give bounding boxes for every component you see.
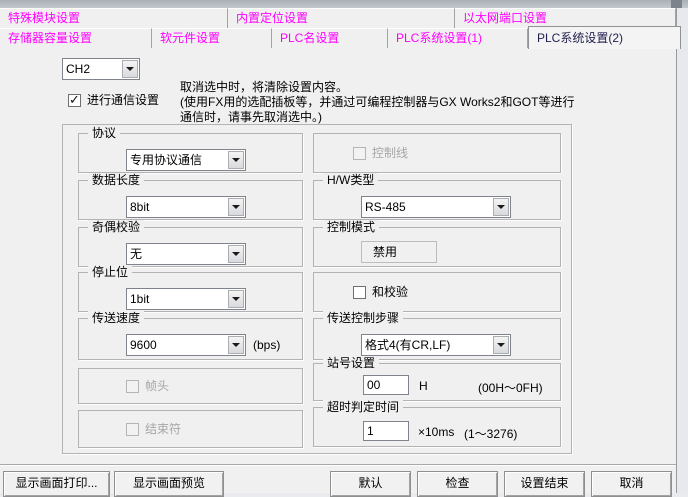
timeout-label: 超时判定时间 — [323, 400, 403, 414]
tab-special-module-settings[interactable]: 特殊模块设置 — [0, 8, 228, 28]
timeout-input[interactable] — [363, 421, 409, 441]
checkbox-box — [126, 423, 139, 436]
station-number-range: (00H～0FH) — [478, 379, 543, 396]
dropdown-arrow-icon[interactable] — [228, 336, 244, 354]
control-line-groupbox: 控制线 — [313, 133, 561, 173]
dialog-body: CH2 ✓ 进行通信设置 取消选中时，将清除设置内容。 (使用FX用的选配插板等… — [0, 48, 676, 493]
baud-rate-unit: (bps) — [253, 338, 280, 352]
stop-bit-label: 停止位 — [88, 265, 132, 279]
window-top-frame — [0, 0, 688, 8]
control-mode-label: 控制模式 — [323, 220, 379, 234]
baud-rate-label: 传送速度 — [88, 311, 144, 325]
frame-header-label: 帧头 — [145, 380, 169, 393]
transmission-control-label: 传送控制步骤 — [323, 311, 403, 325]
control-line-label: 控制线 — [372, 147, 408, 160]
channel-select-value: CH2 — [66, 59, 121, 79]
default-button[interactable]: 默认 — [330, 471, 411, 497]
station-number-groupbox: 站号设置 H (00H～0FH) — [313, 363, 561, 401]
check-button[interactable]: 检查 — [417, 471, 498, 497]
control-mode-groupbox: 控制模式 禁用 — [313, 227, 561, 267]
tab-plc-system-settings-2[interactable]: PLC系统设置(2) — [528, 26, 681, 49]
dropdown-arrow-icon[interactable] — [228, 245, 244, 263]
dropdown-arrow-icon[interactable] — [493, 336, 509, 354]
control-line-checkbox: 控制线 — [353, 147, 408, 160]
dropdown-arrow-icon[interactable] — [228, 290, 244, 308]
parity-groupbox: 奇偶校验 无 — [78, 227, 303, 267]
checkbox-box — [353, 147, 366, 160]
baud-rate-value: 9600 — [130, 335, 227, 355]
tab-plc-system-settings-1[interactable]: PLC系统设置(1) — [388, 28, 528, 48]
frame-header-checkbox: 帧头 — [126, 380, 169, 393]
window-top-notch — [671, 0, 682, 8]
note-line-3: 通信时，请事先取消选中。) — [180, 110, 574, 125]
sum-check-label: 和校验 — [372, 286, 408, 299]
transmission-control-select[interactable]: 格式4(有CR,LF) — [361, 334, 511, 356]
comm-setting-label: 进行通信设置 — [87, 94, 159, 107]
station-number-suffix: H — [419, 379, 428, 393]
transmission-control-groupbox: 传送控制步骤 格式4(有CR,LF) — [313, 318, 561, 360]
data-length-value: 8bit — [130, 197, 227, 217]
preview-screen-button[interactable]: 显示画面预览 — [114, 471, 224, 497]
cancel-button[interactable]: 取消 — [591, 471, 672, 497]
sum-check-checkbox[interactable]: 和校验 — [353, 286, 408, 299]
bottom-separator — [0, 464, 676, 466]
station-number-input[interactable] — [363, 375, 409, 395]
tab-builtin-positioning-settings[interactable]: 内置定位设置 — [228, 8, 455, 28]
comm-setting-checkbox[interactable]: ✓ 进行通信设置 — [68, 94, 159, 107]
protocol-value: 专用协议通信 — [130, 150, 227, 170]
tab-plc-name-settings[interactable]: PLC名设置 — [272, 28, 388, 48]
terminator-checkbox: 结束符 — [126, 423, 181, 436]
terminator-groupbox: 结束符 — [78, 410, 303, 448]
dropdown-arrow-icon[interactable] — [228, 151, 244, 169]
note-text: 取消选中时，将清除设置内容。 (使用FX用的选配插板等，并通过可编程控制器与GX… — [180, 80, 574, 125]
checkbox-box[interactable] — [353, 286, 366, 299]
print-screen-button[interactable]: 显示画面打印... — [3, 471, 110, 497]
window-right-frame — [676, 8, 688, 493]
protocol-label: 协议 — [88, 126, 120, 140]
station-number-label: 站号设置 — [323, 356, 379, 370]
parity-select[interactable]: 无 — [126, 243, 246, 265]
control-mode-value: 禁用 — [361, 241, 437, 263]
timeout-groupbox: 超时判定时间 ×10ms (1～3276) — [313, 407, 561, 447]
tab-device-settings[interactable]: 软元件设置 — [152, 28, 272, 48]
parity-value: 无 — [130, 244, 227, 264]
stop-bit-select[interactable]: 1bit — [126, 288, 246, 310]
baud-rate-groupbox: 传送速度 9600 (bps) — [78, 318, 303, 360]
timeout-range: (1～3276) — [464, 425, 517, 442]
baud-rate-select[interactable]: 9600 — [126, 334, 246, 356]
tab-row-1: 特殊模块设置 内置定位设置 以太网端口设置 — [0, 8, 676, 28]
data-length-select[interactable]: 8bit — [126, 196, 246, 218]
checkbox-box — [126, 380, 139, 393]
transmission-control-value: 格式4(有CR,LF) — [365, 335, 492, 355]
tab-memory-capacity-settings[interactable]: 存储器容量设置 — [0, 28, 152, 48]
stop-bit-groupbox: 停止位 1bit — [78, 272, 303, 312]
hw-type-groupbox: H/W类型 RS-485 — [313, 180, 561, 220]
terminator-label: 结束符 — [145, 423, 181, 436]
channel-select[interactable]: CH2 — [62, 58, 140, 80]
hw-type-select[interactable]: RS-485 — [361, 196, 511, 218]
dropdown-arrow-icon[interactable] — [122, 60, 138, 78]
checkbox-box[interactable]: ✓ — [68, 94, 81, 107]
parity-label: 奇偶校验 — [88, 220, 144, 234]
data-length-label: 数据长度 — [88, 173, 144, 187]
data-length-groupbox: 数据长度 8bit — [78, 180, 303, 220]
hw-type-label: H/W类型 — [323, 173, 378, 187]
stop-bit-value: 1bit — [130, 289, 227, 309]
timeout-unit: ×10ms — [418, 425, 454, 439]
protocol-groupbox: 协议 专用协议通信 — [78, 133, 303, 173]
hw-type-value: RS-485 — [365, 197, 492, 217]
dropdown-arrow-icon[interactable] — [228, 198, 244, 216]
note-line-2: (使用FX用的选配插板等，并通过可编程控制器与GX Works2和GOT等进行 — [180, 95, 574, 110]
setting-finish-button[interactable]: 设置结束 — [504, 471, 585, 497]
protocol-select[interactable]: 专用协议通信 — [126, 149, 246, 171]
sum-check-groupbox: 和校验 — [313, 272, 561, 312]
tab-row-2: 存储器容量设置 软元件设置 PLC名设置 PLC系统设置(1) PLC系统设置(… — [0, 28, 676, 48]
tab-ethernet-port-settings[interactable]: 以太网端口设置 — [455, 8, 676, 28]
note-line-1: 取消选中时，将清除设置内容。 — [180, 80, 574, 95]
frame-header-groupbox: 帧头 — [78, 368, 303, 404]
check-icon: ✓ — [69, 92, 80, 108]
dropdown-arrow-icon[interactable] — [493, 198, 509, 216]
